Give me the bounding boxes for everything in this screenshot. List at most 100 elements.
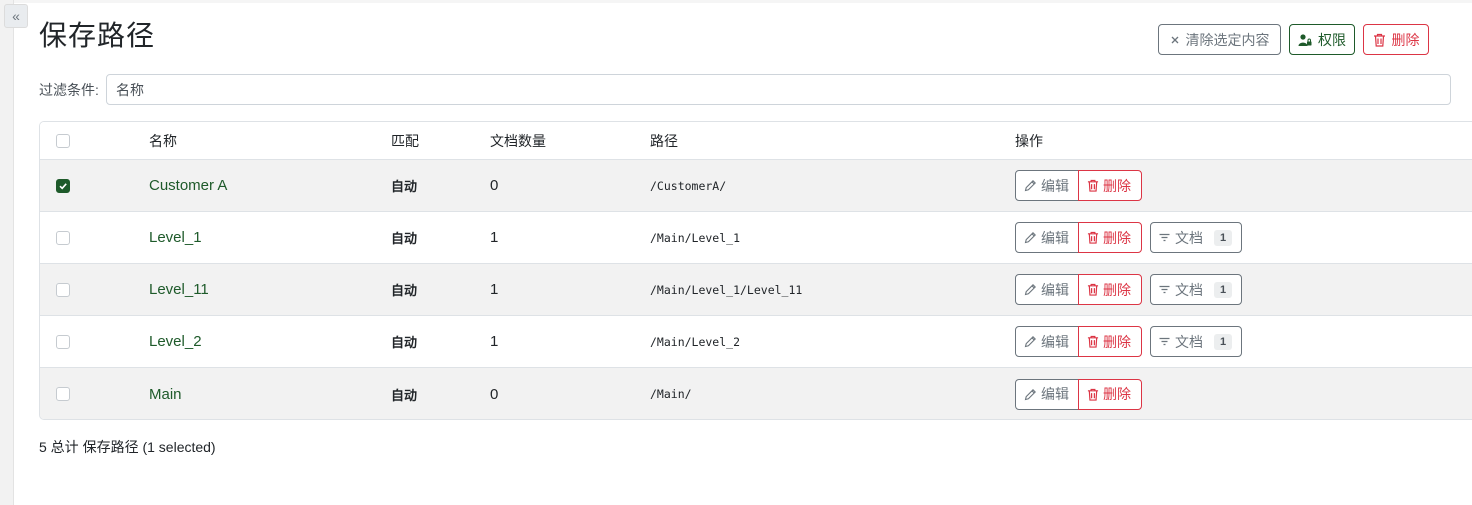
trash-icon [1087,231,1099,244]
clear-selection-button[interactable]: 清除选定内容 [1158,24,1281,55]
sidebar-collapse-button[interactable]: « [4,4,28,28]
delete-selected-label: 删除 [1391,31,1420,48]
top-border [14,0,1472,3]
document-count-cell: 0 [490,160,498,211]
row-checkbox[interactable] [56,230,70,245]
save-path-name-link[interactable]: Level_1 [149,229,202,246]
documents-button[interactable]: 文档 1 [1150,274,1242,305]
match-cell: 自动 [391,368,417,419]
row-select-cell [56,160,70,211]
row-action-group: 编辑 删除 [1015,326,1142,357]
name-cell: Level_11 [149,264,209,315]
trash-icon [1087,283,1099,296]
match-value: 自动 [391,231,418,246]
trash-icon [1373,33,1386,47]
match-cell: 自动 [391,212,417,263]
row-select-cell [56,264,70,315]
match-value: 自动 [391,283,418,298]
document-count-cell: 1 [490,212,498,263]
name-filter-input[interactable] [106,74,1451,105]
documents-count-badge: 1 [1214,229,1233,246]
table-row[interactable]: Customer A 自动 0/CustomerA/编辑 删除 [40,160,1472,212]
delete-label: 删除 [1103,333,1131,350]
actions-cell: 编辑 删除 [1015,160,1142,211]
table-row[interactable]: Level_2 自动 1/Main/Level_2 编辑 删除 文档 1 [40,316,1472,368]
document-count-value: 0 [490,385,499,403]
path-value: /Main/Level_1/Level_11 [650,282,803,297]
delete-label: 删除 [1103,281,1131,298]
actions-cell: 编辑 删除 [1015,368,1142,419]
match-cell: 自动 [391,160,417,211]
edit-button[interactable]: 编辑 [1015,274,1079,305]
column-header-name[interactable]: 名称 [149,122,177,159]
name-cell: Customer A [149,160,227,211]
path-cell: /Main/Level_1/Level_11 [650,264,802,315]
documents-count-badge: 1 [1214,333,1233,350]
edit-label: 编辑 [1041,281,1069,298]
select-all-cell [56,122,70,159]
name-cell: Level_2 [149,316,202,367]
edit-label: 编辑 [1041,177,1069,194]
name-cell: Main [149,368,182,419]
edit-button[interactable]: 编辑 [1015,378,1079,410]
path-value: /Main/ [650,387,692,401]
table-row[interactable]: Level_11 自动 1/Main/Level_1/Level_11 编辑 删除 文档 1 [40,264,1472,316]
document-count-cell: 0 [490,368,499,419]
save-path-name-link[interactable]: Level_2 [149,333,202,350]
check-icon [58,181,68,191]
page-title: 保存路径 [39,20,156,51]
x-icon [1170,35,1180,45]
row-select-cell [56,368,70,419]
table-row[interactable]: Level_1 自动 1/Main/Level_1 编辑 删除 文档 1 [40,212,1472,264]
row-checkbox[interactable] [56,178,70,193]
edit-button[interactable]: 编辑 [1015,170,1079,201]
sidebar-strip [0,0,14,505]
edit-button[interactable]: 编辑 [1015,222,1079,253]
row-select-cell [56,212,70,263]
column-header-path[interactable]: 路径 [650,122,678,159]
column-header-document-count[interactable]: 文档数量 [490,122,546,159]
actions-cell: 编辑 删除 文档 1 [1015,264,1242,315]
delete-button[interactable]: 删除 [1078,222,1142,253]
filter-label: 过滤条件: [39,82,99,98]
edit-button[interactable]: 编辑 [1015,326,1079,357]
row-action-group: 编辑 删除 [1015,222,1142,253]
documents-button[interactable]: 文档 1 [1150,222,1242,253]
delete-label: 删除 [1103,177,1131,194]
pencil-icon [1024,231,1037,244]
delete-label: 删除 [1103,386,1131,402]
delete-button[interactable]: 删除 [1078,170,1142,201]
document-count-value: 1 [490,281,499,298]
delete-button[interactable]: 删除 [1078,378,1142,410]
document-count-cell: 1 [490,316,498,367]
row-checkbox[interactable] [56,334,70,349]
delete-selected-button[interactable]: 删除 [1363,24,1429,55]
delete-label: 删除 [1103,229,1131,246]
path-value: /Main/Level_2 [650,334,741,349]
row-checkbox[interactable] [56,282,70,297]
delete-button[interactable]: 删除 [1078,326,1142,357]
select-all-checkbox[interactable] [56,133,70,148]
match-cell: 自动 [391,316,417,367]
clear-selection-label: 清除选定内容 [1185,31,1270,48]
documents-label: 文档 [1175,281,1203,298]
table-row[interactable]: Main 自动 0/Main/编辑 删除 [40,368,1472,419]
path-cell: /Main/Level_2 [650,316,740,367]
edit-label: 编辑 [1041,386,1069,402]
documents-button[interactable]: 文档 1 [1150,326,1242,357]
path-value: /CustomerA/ [650,178,727,193]
permissions-label: 权限 [1318,31,1346,48]
save-path-name-link[interactable]: Main [149,386,182,403]
save-path-name-link[interactable]: Customer A [149,177,227,194]
row-checkbox[interactable] [56,387,70,401]
delete-button[interactable]: 删除 [1078,274,1142,305]
column-header-match[interactable]: 匹配 [391,122,419,159]
save-paths-table: 名称 匹配 文档数量 路径 操作 Customer A 自动 0/CustomerA… [39,121,1472,420]
save-path-name-link[interactable]: Level_11 [149,281,209,298]
edit-label: 编辑 [1041,229,1069,246]
row-select-cell [56,316,70,367]
permissions-button[interactable]: 权限 [1289,24,1355,55]
document-count-value: 1 [490,333,499,350]
column-header-actions: 操作 [1015,132,1043,149]
trash-icon [1087,179,1099,192]
